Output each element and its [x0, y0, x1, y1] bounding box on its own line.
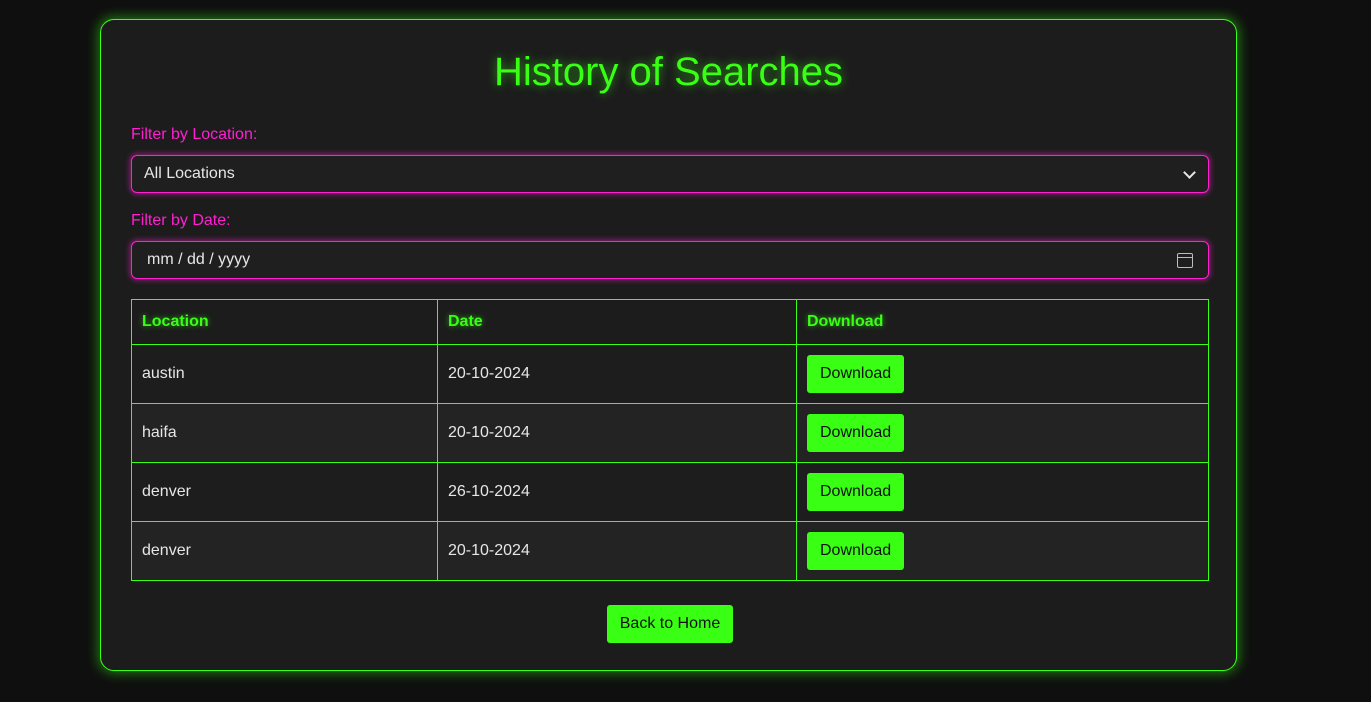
header-date: Date [437, 299, 797, 345]
cell-location: austin [131, 344, 438, 404]
cell-date: 20-10-2024 [437, 403, 797, 463]
cell-date: 26-10-2024 [437, 462, 797, 522]
download-button[interactable]: Download [807, 532, 905, 570]
table-row: denver 20-10-2024 Download [131, 521, 1209, 581]
date-filter-input[interactable]: mm / dd / yyyy [131, 241, 1209, 279]
table-row: austin 20-10-2024 Download [131, 344, 1209, 404]
cell-date: 20-10-2024 [437, 344, 797, 404]
cell-download: Download [796, 344, 1209, 404]
download-button[interactable]: Download [807, 414, 905, 452]
cell-download: Download [796, 462, 1209, 522]
cell-location: haifa [131, 403, 438, 463]
table-row: denver 26-10-2024 Download [131, 462, 1209, 522]
date-filter-label: Filter by Date: [131, 212, 231, 229]
table-header-row: Location Date Download [131, 299, 1209, 345]
page-title: History of Searches [493, 50, 844, 94]
cell-location: denver [131, 521, 438, 581]
location-filter-label: Filter by Location: [131, 126, 258, 143]
location-filter-value: All Locations [144, 165, 235, 182]
date-filter-placeholder: mm / dd / yyyy [147, 251, 251, 268]
calendar-icon[interactable] [1177, 252, 1193, 268]
cell-location: denver [131, 462, 438, 522]
header-location: Location [131, 299, 438, 345]
download-button[interactable]: Download [807, 355, 905, 393]
cell-download: Download [796, 521, 1209, 581]
history-card: History of Searches Filter by Location: … [100, 19, 1237, 671]
back-to-home-button[interactable]: Back to Home [607, 605, 733, 643]
location-filter-select[interactable]: All Locations [131, 155, 1209, 193]
history-table: Location Date Download austin 20-10-2024… [131, 299, 1209, 581]
download-button[interactable]: Download [807, 473, 905, 511]
chevron-down-icon [1183, 165, 1196, 179]
table-row: haifa 20-10-2024 Download [131, 403, 1209, 463]
header-download: Download [796, 299, 1209, 345]
cell-download: Download [796, 403, 1209, 463]
cell-date: 20-10-2024 [437, 521, 797, 581]
